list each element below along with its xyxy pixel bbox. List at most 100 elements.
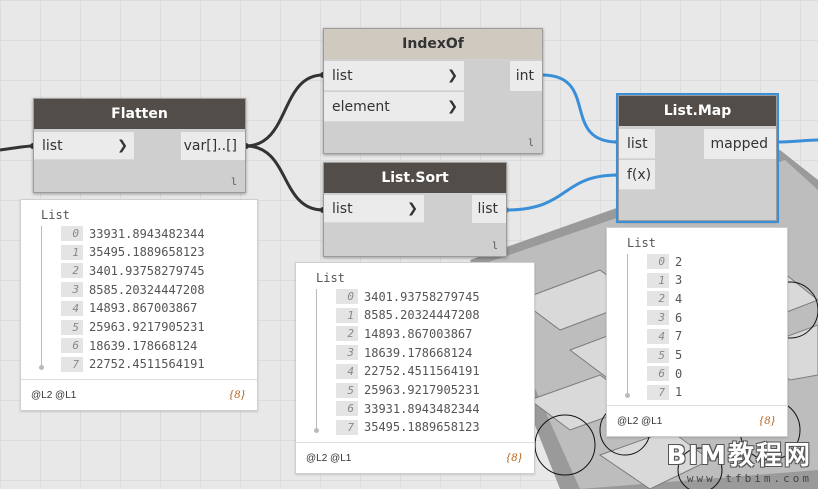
- list-levels-label[interactable]: @L2 @L1: [617, 416, 662, 427]
- list-item-index: 2: [336, 326, 358, 342]
- flatten-preview-bubble[interactable]: List @L2 @L1 {8} 0 33931.8943482344 1 35495…: [20, 199, 258, 411]
- list-item-index: 1: [61, 244, 83, 260]
- flatten-output-port[interactable]: var[]..[]: [181, 132, 245, 160]
- list-item-index: 1: [336, 307, 358, 323]
- list-item-value: 0: [675, 366, 683, 381]
- port-label: var[]..[]: [183, 138, 237, 154]
- list-item-value: 18639.178668124: [364, 345, 473, 360]
- preview-tree-line: [316, 289, 317, 429]
- indexof-input-list[interactable]: list ❯: [324, 61, 464, 91]
- list-item: 0 3401.93758279745: [336, 287, 480, 306]
- preview-footer: @L2 @L1 {8}: [607, 405, 787, 436]
- list-map-input-fx[interactable]: f(x): [619, 160, 655, 190]
- port-label: list: [627, 135, 648, 152]
- list-item: 02: [647, 252, 682, 271]
- list-item-index: 3: [61, 282, 83, 298]
- item-count: {8}: [506, 450, 522, 464]
- list-item: 24: [647, 289, 682, 308]
- list-item: 6 18639.178668124: [61, 336, 197, 355]
- preview-tree-dot: [314, 428, 319, 433]
- list-item-value: 4: [675, 291, 683, 306]
- list-item-value: 8585.20324447208: [89, 282, 205, 297]
- list-item-index: 0: [61, 226, 83, 241]
- list-sort-output-port[interactable]: list: [472, 195, 506, 223]
- list-item-index: 2: [647, 291, 669, 307]
- preview-tree-line: [627, 254, 628, 394]
- port-label: element: [332, 98, 390, 115]
- list-item-index: 7: [61, 356, 83, 372]
- list-item-index: 4: [61, 300, 83, 316]
- list-map-output-port[interactable]: mapped: [704, 129, 776, 159]
- list-item: 71: [647, 383, 682, 402]
- list-sort-input-list[interactable]: list ❯: [324, 195, 424, 223]
- list-item: 5 25963.9217905231: [61, 318, 205, 337]
- list-item-value: 22752.4511564191: [89, 357, 205, 372]
- list-item: 1 35495.1889658123: [61, 243, 205, 262]
- list-item-value: 3401.93758279745: [89, 263, 205, 278]
- indexof-output-port[interactable]: int: [510, 61, 542, 91]
- list-sort-node-title: List.Sort: [324, 163, 506, 193]
- preview-footer: @L2 @L1 {8}: [296, 442, 534, 473]
- lacing-indicator[interactable]: l: [528, 138, 534, 149]
- list-map-node[interactable]: List.Map list f(x) mapped: [616, 93, 779, 223]
- port-label: list: [332, 67, 353, 84]
- port-label: list: [477, 201, 498, 217]
- preview-tree-line: [41, 226, 42, 366]
- port-label: list: [42, 137, 63, 154]
- list-item: 13: [647, 271, 682, 290]
- list-item: 47: [647, 327, 682, 346]
- list-item-value: 8585.20324447208: [364, 308, 480, 323]
- list-item: 0 33931.8943482344: [61, 224, 205, 243]
- list-item-value: 1: [675, 385, 683, 400]
- list-item: 4 14893.867003867: [61, 299, 197, 318]
- list-item: 55: [647, 346, 682, 365]
- list-map-preview-bubble[interactable]: List @L2 @L1 {8} 0213243647556071: [606, 227, 788, 437]
- list-item-value: 18639.178668124: [89, 338, 198, 353]
- lacing-indicator[interactable]: l: [231, 177, 237, 188]
- list-item: 36: [647, 308, 682, 327]
- indexof-input-element[interactable]: element ❯: [324, 92, 464, 122]
- list-item-index: 4: [336, 363, 358, 379]
- list-item-index: 0: [336, 289, 358, 304]
- item-count: {8}: [229, 387, 245, 401]
- list-item-index: 5: [61, 319, 83, 335]
- list-item-index: 7: [647, 384, 669, 400]
- flatten-node[interactable]: Flatten list ❯ var[]..[] l: [33, 98, 246, 193]
- list-item-value: 3: [675, 273, 683, 288]
- list-sort-node[interactable]: List.Sort list ❯ list l: [323, 162, 507, 257]
- preview-list-title: List: [627, 236, 656, 250]
- list-levels-label[interactable]: @L2 @L1: [306, 453, 351, 464]
- port-label: list: [332, 200, 353, 217]
- wire-indexof-to-map: [541, 73, 619, 144]
- list-levels-label[interactable]: @L2 @L1: [31, 390, 76, 401]
- list-item-index: 7: [336, 419, 358, 435]
- indexof-node-title: IndexOf: [324, 29, 542, 59]
- list-item-index: 5: [336, 382, 358, 398]
- list-item-value: 5: [675, 348, 683, 362]
- lacing-indicator[interactable]: l: [492, 241, 498, 252]
- list-item-value: 25963.9217905231: [89, 320, 205, 334]
- chevron-right-icon: ❯: [447, 68, 458, 83]
- flatten-input-list[interactable]: list ❯: [34, 132, 134, 160]
- indexof-node[interactable]: IndexOf list ❯ element ❯ int l: [323, 28, 543, 154]
- list-item-index: 3: [647, 310, 669, 326]
- list-item-index: 1: [647, 272, 669, 288]
- list-item: 60: [647, 364, 682, 383]
- list-item-index: 3: [336, 345, 358, 361]
- chevron-right-icon: ❯: [407, 201, 418, 216]
- list-item-index: 4: [647, 328, 669, 344]
- list-item: 2 3401.93758279745: [61, 261, 205, 280]
- list-item: 3 18639.178668124: [336, 343, 472, 362]
- watermark-logo: BIM教程网 www.tfbim.com: [667, 435, 812, 485]
- list-map-input-list[interactable]: list: [619, 129, 655, 159]
- list-item-value: 35495.1889658123: [364, 420, 480, 435]
- list-item-value: 7: [675, 329, 683, 344]
- list-item-index: 0: [647, 254, 669, 269]
- preview-list-title: List: [316, 271, 345, 285]
- list-sort-preview-bubble[interactable]: List @L2 @L1 {8} 0 3401.93758279745 1 8585.…: [295, 262, 535, 474]
- list-item-value: 2: [675, 254, 683, 269]
- chevron-right-icon: ❯: [447, 99, 458, 114]
- list-item-value: 22752.4511564191: [364, 364, 480, 379]
- list-item-value: 33931.8943482344: [89, 226, 205, 241]
- wire-flatten-to-indexof: [245, 73, 324, 148]
